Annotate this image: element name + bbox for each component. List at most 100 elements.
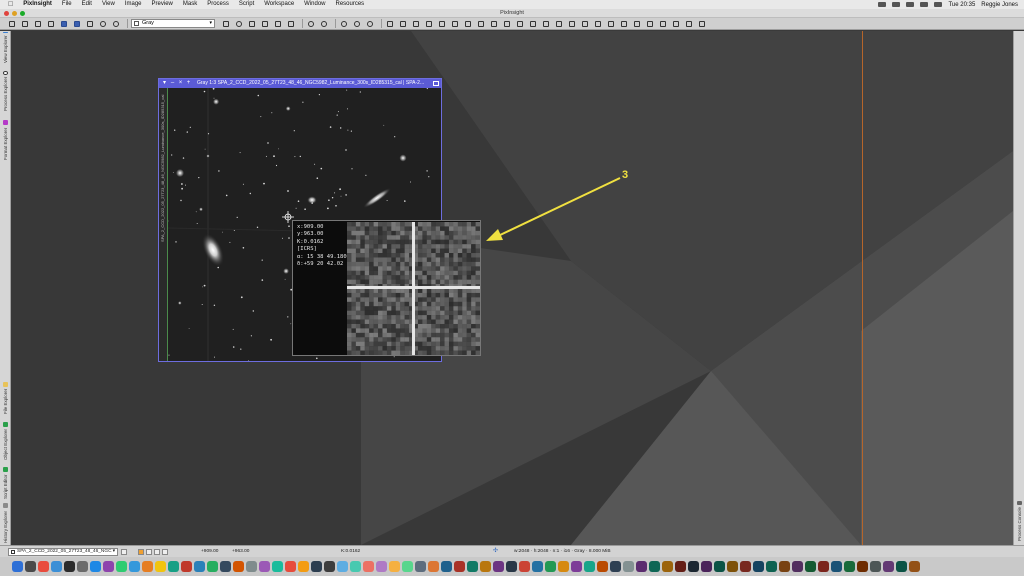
dock-app-icon[interactable] — [103, 561, 114, 572]
dock-app-icon[interactable] — [116, 561, 127, 572]
dock-app-icon[interactable] — [584, 561, 595, 572]
center-icon[interactable] — [260, 19, 270, 28]
side-tab-process-console[interactable]: Process Console — [1015, 501, 1024, 541]
dock-app-icon[interactable] — [480, 561, 491, 572]
preview-icon[interactable] — [286, 19, 296, 28]
menu-image[interactable]: Image — [120, 0, 147, 9]
zoom-fit-icon[interactable] — [352, 19, 362, 28]
dock-app-icon[interactable] — [259, 561, 270, 572]
window-tool-icon[interactable] — [606, 19, 616, 28]
view-selector[interactable]: SPA_2_CCD_2022_05_27T23_48_46_NGC ▾ — [8, 548, 118, 556]
menu-preview[interactable]: Preview — [147, 0, 178, 9]
fit-view-icon[interactable] — [247, 19, 257, 28]
dock-app-icon[interactable] — [272, 561, 283, 572]
side-tab-view-explorer[interactable]: View Explorer — [1, 33, 10, 63]
crosshair-icon[interactable] — [234, 19, 244, 28]
apple-menu-icon[interactable]:  — [0, 0, 18, 9]
window-tool-icon[interactable] — [450, 19, 460, 28]
window-tool-icon[interactable] — [463, 19, 473, 28]
dock-app-icon[interactable] — [363, 561, 374, 572]
window-tool-icon[interactable] — [567, 19, 577, 28]
view-menu-icon[interactable] — [121, 549, 127, 555]
new-image-icon[interactable] — [7, 19, 17, 28]
dock-app-icon[interactable] — [324, 561, 335, 572]
window-tool-icon[interactable] — [658, 19, 668, 28]
open-icon[interactable] — [20, 19, 30, 28]
dock-app-icon[interactable] — [766, 561, 777, 572]
status-icon[interactable] — [892, 2, 901, 7]
dock-app-icon[interactable] — [337, 561, 348, 572]
menu-mask[interactable]: Mask — [178, 0, 202, 9]
dock-app-icon[interactable] — [168, 561, 179, 572]
window-tool-icon[interactable] — [476, 19, 486, 28]
side-tab-history-explorer[interactable]: History Explorer — [1, 503, 10, 543]
dock-app-icon[interactable] — [285, 561, 296, 572]
dock-app-icon[interactable] — [467, 561, 478, 572]
window-tool-icon[interactable] — [554, 19, 564, 28]
dock-app-icon[interactable] — [389, 561, 400, 572]
color-sample-icon[interactable] — [154, 549, 160, 555]
dock-app-icon[interactable] — [597, 561, 608, 572]
dock-app-icon[interactable] — [662, 561, 673, 572]
zoom-optimal-icon[interactable] — [365, 19, 375, 28]
dock-app-icon[interactable] — [753, 561, 764, 572]
dock-app-icon[interactable] — [311, 561, 322, 572]
dock-app-icon[interactable] — [376, 561, 387, 572]
pan-icon[interactable] — [221, 19, 231, 28]
menu-window[interactable]: Window — [299, 0, 330, 9]
dock-app-icon[interactable] — [545, 561, 556, 572]
maximize-icon[interactable] — [433, 81, 439, 86]
dock-app-icon[interactable] — [38, 561, 49, 572]
dock-app-icon[interactable] — [831, 561, 842, 572]
dock-app-icon[interactable] — [142, 561, 153, 572]
zoom-in-icon[interactable] — [306, 19, 316, 28]
color-sample-icon[interactable] — [162, 549, 168, 555]
dock-app-icon[interactable] — [441, 561, 452, 572]
dock-app-icon[interactable] — [792, 561, 803, 572]
window-tool-icon[interactable] — [385, 19, 395, 28]
window-tool-icon[interactable] — [671, 19, 681, 28]
dock-app-icon[interactable] — [571, 561, 582, 572]
dock-app-icon[interactable] — [623, 561, 634, 572]
dock-app-icon[interactable] — [298, 561, 309, 572]
dock-app-icon[interactable] — [155, 561, 166, 572]
dock-app-icon[interactable] — [64, 561, 75, 572]
window-tool-icon[interactable] — [489, 19, 499, 28]
dock-app-icon[interactable] — [246, 561, 257, 572]
dock-app-icon[interactable] — [51, 561, 62, 572]
readout-icon[interactable] — [273, 19, 283, 28]
window-tool-icon[interactable] — [502, 19, 512, 28]
dock-app-icon[interactable] — [805, 561, 816, 572]
menu-clock[interactable]: Tue 20:35 — [948, 2, 975, 8]
minimize-window-icon[interactable] — [12, 11, 17, 16]
rgb-channel-icon[interactable] — [72, 19, 82, 28]
dock-app-icon[interactable] — [675, 561, 686, 572]
menu-script[interactable]: Script — [234, 0, 259, 9]
close-image-icon[interactable] — [33, 19, 43, 28]
close-icon[interactable]: × — [177, 80, 184, 87]
window-tool-icon[interactable] — [515, 19, 525, 28]
dock-app-icon[interactable] — [896, 561, 907, 572]
dock-app-icon[interactable] — [558, 561, 569, 572]
dock-app-icon[interactable] — [636, 561, 647, 572]
dock-app-icon[interactable] — [610, 561, 621, 572]
color-sample-icon[interactable] — [138, 549, 144, 555]
window-tool-icon[interactable] — [411, 19, 421, 28]
dock-app-icon[interactable] — [493, 561, 504, 572]
dock-app-icon[interactable] — [77, 561, 88, 572]
dock-app-icon[interactable] — [727, 561, 738, 572]
undo-icon[interactable] — [98, 19, 108, 28]
dock-app-icon[interactable] — [714, 561, 725, 572]
dock-app-icon[interactable] — [883, 561, 894, 572]
redo-icon[interactable] — [111, 19, 121, 28]
mask-icon[interactable] — [85, 19, 95, 28]
side-tab-format-explorer[interactable]: Format Explorer — [1, 119, 10, 161]
dock-app-icon[interactable] — [649, 561, 660, 572]
target-icon[interactable]: ✣ — [493, 547, 498, 554]
dock-app-icon[interactable] — [506, 561, 517, 572]
close-window-icon[interactable] — [4, 11, 9, 16]
dock-app-icon[interactable] — [454, 561, 465, 572]
dock-app-icon[interactable] — [415, 561, 426, 572]
dock-app-icon[interactable] — [909, 561, 920, 572]
dock-app-icon[interactable] — [740, 561, 751, 572]
